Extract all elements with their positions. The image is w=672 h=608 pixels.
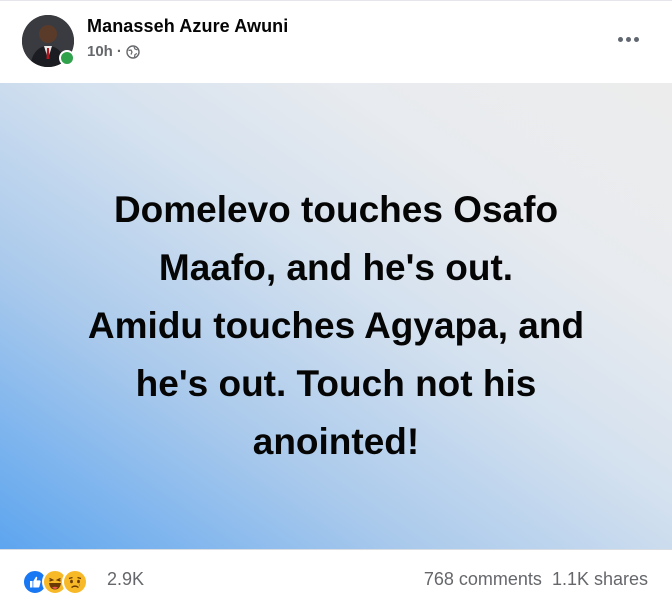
dot [633,36,639,42]
post-text-line: Amidu touches Agyapa, and [87,305,585,346]
post-footer: 2.9K 768 comments 1.1K shares [0,549,672,608]
post-text-line: Maafo, and he's out. [158,247,514,288]
post-text-line: anointed! [252,421,420,462]
meta-separator: · [116,43,122,60]
dot [625,36,631,42]
post-text-line: he's out. Touch not his [135,363,537,404]
post-header: Manasseh Azure Awuni 10h · [0,1,672,83]
reaction-icons[interactable] [22,569,88,595]
post-stats: 768 comments 1.1K shares [424,569,648,590]
author-avatar[interactable] [22,15,75,67]
post-card: Manasseh Azure Awuni 10h · Domelevo touc… [0,0,672,608]
globe-icon[interactable] [126,44,140,59]
author-name[interactable]: Manasseh Azure Awuni [87,16,288,37]
post-time[interactable]: 10h [87,43,113,60]
dot [617,36,623,42]
reaction-count[interactable]: 2.9K [107,569,144,590]
more-options-icon[interactable] [614,25,642,53]
shares-count[interactable]: 1.1K shares [552,569,648,590]
online-status-dot [59,50,75,66]
comments-count[interactable]: 768 comments [424,569,542,590]
post-text-line: Domelevo touches Osafo [113,189,559,230]
post-meta: 10h · [87,43,140,60]
post-text: Domelevo touches Osafo Maafo, and he's o… [40,181,632,471]
sad-icon [62,569,88,595]
